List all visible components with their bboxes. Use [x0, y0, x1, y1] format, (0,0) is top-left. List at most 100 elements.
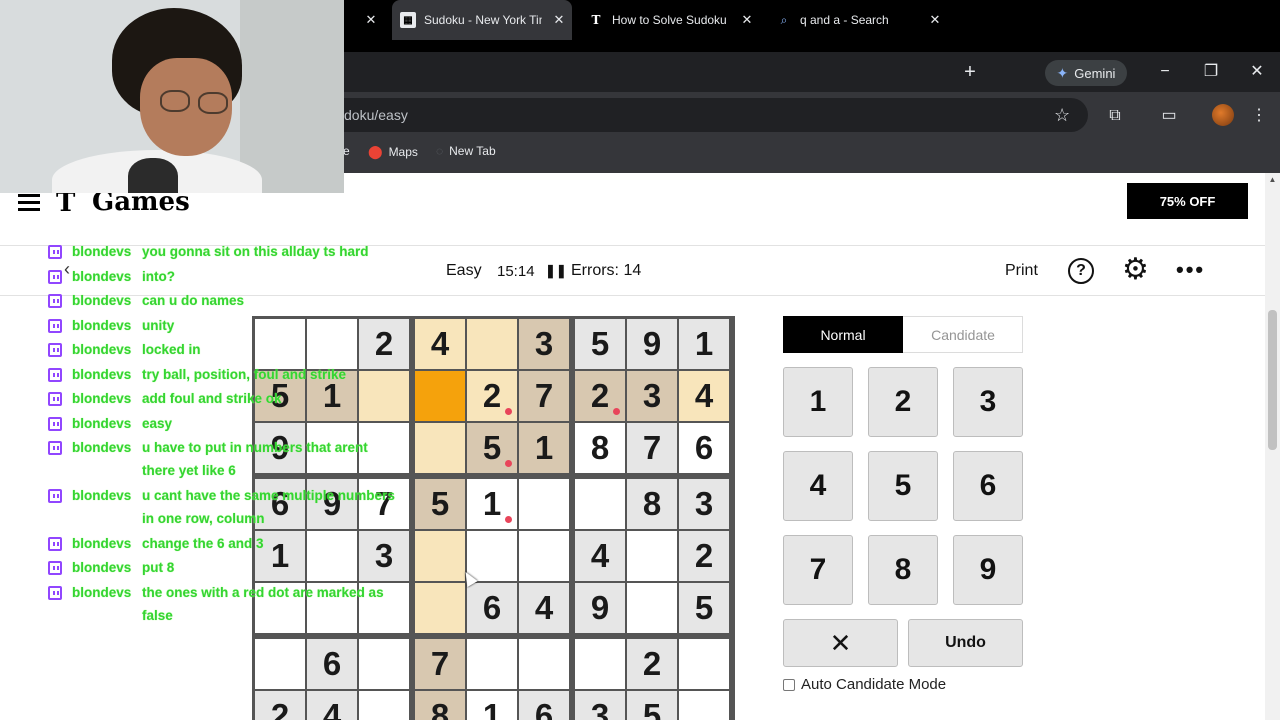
sudoku-cell[interactable]: 1 [679, 319, 729, 369]
pause-icon[interactable]: ❚❚ [545, 263, 567, 279]
sudoku-cell[interactable] [467, 319, 517, 369]
subscribe-offer-button[interactable]: 75% OFF [1127, 183, 1248, 219]
gemini-button[interactable]: ✦ Gemini [1045, 60, 1127, 86]
scroll-up-icon[interactable]: ▲ [1267, 175, 1278, 185]
keypad-1-button[interactable]: 1 [783, 367, 853, 437]
keypad-7-button[interactable]: 7 [783, 535, 853, 605]
sudoku-cell[interactable]: 2 [627, 639, 677, 689]
sudoku-cell[interactable] [627, 583, 677, 633]
sudoku-cell[interactable]: 3 [627, 371, 677, 421]
close-icon[interactable]: ✕ [738, 11, 756, 29]
sudoku-cell[interactable]: 1 [467, 691, 517, 720]
profile-avatar[interactable] [1212, 104, 1234, 126]
sudoku-cell[interactable] [359, 639, 409, 689]
sudoku-cell[interactable]: 6 [307, 639, 357, 689]
twitch-chat-icon [48, 343, 62, 357]
sudoku-cell[interactable]: 4 [307, 691, 357, 720]
hamburger-menu-icon[interactable] [18, 194, 40, 212]
gear-icon[interactable]: ⚙ [1122, 254, 1149, 286]
sudoku-cell[interactable]: 6 [467, 583, 517, 633]
close-window-icon[interactable]: ✕ [1245, 62, 1269, 82]
close-icon[interactable]: ✕ [362, 11, 380, 29]
close-icon[interactable]: ✕ [926, 11, 944, 29]
normal-mode-button[interactable]: Normal [783, 316, 903, 353]
sudoku-cell[interactable] [519, 479, 569, 529]
cell-value: 8 [430, 697, 450, 720]
sudoku-cell[interactable]: 1 [467, 479, 517, 529]
auto-candidate-toggle[interactable]: Auto Candidate Mode [783, 676, 946, 693]
sudoku-cell[interactable]: 4 [519, 583, 569, 633]
sudoku-cell[interactable]: 8 [415, 691, 465, 720]
sudoku-cell[interactable]: 3 [519, 319, 569, 369]
bookmark-star-icon[interactable]: ☆ [1054, 105, 1070, 126]
sudoku-cell[interactable] [679, 691, 729, 720]
undo-button[interactable]: Undo [908, 619, 1023, 667]
keypad-9-button[interactable]: 9 [953, 535, 1023, 605]
print-button[interactable]: Print [1005, 262, 1038, 280]
sudoku-cell[interactable]: 9 [627, 319, 677, 369]
sudoku-cell[interactable]: 7 [519, 371, 569, 421]
sudoku-cell[interactable]: 7 [415, 639, 465, 689]
bookmark-new-tab[interactable]: ◌ New Tab [436, 144, 496, 158]
keypad-5-button[interactable]: 5 [868, 451, 938, 521]
sudoku-cell[interactable] [467, 639, 517, 689]
sudoku-cell[interactable] [575, 639, 625, 689]
cell-value: 9 [590, 589, 610, 626]
sudoku-cell[interactable]: 2 [467, 371, 517, 421]
restore-icon[interactable]: ❐ [1199, 62, 1223, 82]
sudoku-cell[interactable]: 8 [627, 479, 677, 529]
sudoku-cell[interactable] [467, 531, 517, 581]
keypad-3-button[interactable]: 3 [953, 367, 1023, 437]
cast-icon[interactable]: ▭ [1158, 105, 1180, 127]
erase-button[interactable]: ✕ [783, 619, 898, 667]
sudoku-cell[interactable]: 7 [627, 423, 677, 473]
keypad-6-button[interactable]: 6 [953, 451, 1023, 521]
help-icon[interactable]: ? [1068, 258, 1094, 284]
sudoku-cell[interactable] [575, 479, 625, 529]
extensions-icon[interactable]: ⧉ [1104, 105, 1126, 127]
sudoku-cell[interactable]: 5 [679, 583, 729, 633]
scrollbar-thumb[interactable] [1268, 310, 1277, 450]
sudoku-cell[interactable]: 3 [679, 479, 729, 529]
keypad-8-button[interactable]: 8 [868, 535, 938, 605]
address-bar-url[interactable]: doku/easy [344, 107, 408, 123]
sudoku-cell[interactable] [679, 639, 729, 689]
sudoku-cell[interactable]: 2 [575, 371, 625, 421]
bookmark-maps[interactable]: ⬤ Maps [368, 144, 418, 160]
sudoku-cell[interactable] [627, 531, 677, 581]
tab-sudoku[interactable]: ▦ Sudoku - New York Tim ✕ [392, 0, 572, 40]
sudoku-cell[interactable]: 5 [627, 691, 677, 720]
error-dot [505, 408, 512, 415]
candidate-mode-button[interactable]: Candidate [903, 316, 1023, 353]
tab-search[interactable]: ⌕ q and a - Search ✕ [768, 0, 948, 40]
minimize-icon[interactable]: − [1153, 62, 1177, 82]
new-tab-button[interactable]: + [960, 62, 980, 82]
more-options-icon[interactable]: ••• [1176, 257, 1205, 283]
menu-dots-icon[interactable]: ⋮ [1248, 105, 1270, 127]
sudoku-cell[interactable] [519, 639, 569, 689]
sudoku-cell[interactable]: 3 [575, 691, 625, 720]
sudoku-cell[interactable]: 9 [575, 583, 625, 633]
sudoku-cell[interactable] [255, 639, 305, 689]
sudoku-cell[interactable]: 6 [679, 423, 729, 473]
sudoku-cell[interactable]: 4 [679, 371, 729, 421]
sudoku-cell[interactable]: 1 [519, 423, 569, 473]
errors-counter: Errors: 14 [571, 262, 642, 279]
tab-partial[interactable]: ✕ [344, 0, 384, 40]
error-dot [505, 516, 512, 523]
sudoku-cell[interactable]: 5 [467, 423, 517, 473]
keypad-4-button[interactable]: 4 [783, 451, 853, 521]
sudoku-cell[interactable] [359, 691, 409, 720]
sudoku-cell[interactable]: 4 [575, 531, 625, 581]
bookmark-partial[interactable]: e [343, 144, 350, 158]
auto-candidate-checkbox[interactable] [783, 678, 795, 691]
sudoku-cell[interactable]: 2 [679, 531, 729, 581]
sudoku-cell[interactable] [519, 531, 569, 581]
tab-how-to-solve[interactable]: T How to Solve Sudoku ✕ [580, 0, 760, 40]
keypad-2-button[interactable]: 2 [868, 367, 938, 437]
close-icon[interactable]: ✕ [550, 11, 568, 29]
sudoku-cell[interactable]: 8 [575, 423, 625, 473]
sudoku-cell[interactable]: 5 [575, 319, 625, 369]
sudoku-cell[interactable]: 6 [519, 691, 569, 720]
sudoku-cell[interactable]: 2 [255, 691, 305, 720]
